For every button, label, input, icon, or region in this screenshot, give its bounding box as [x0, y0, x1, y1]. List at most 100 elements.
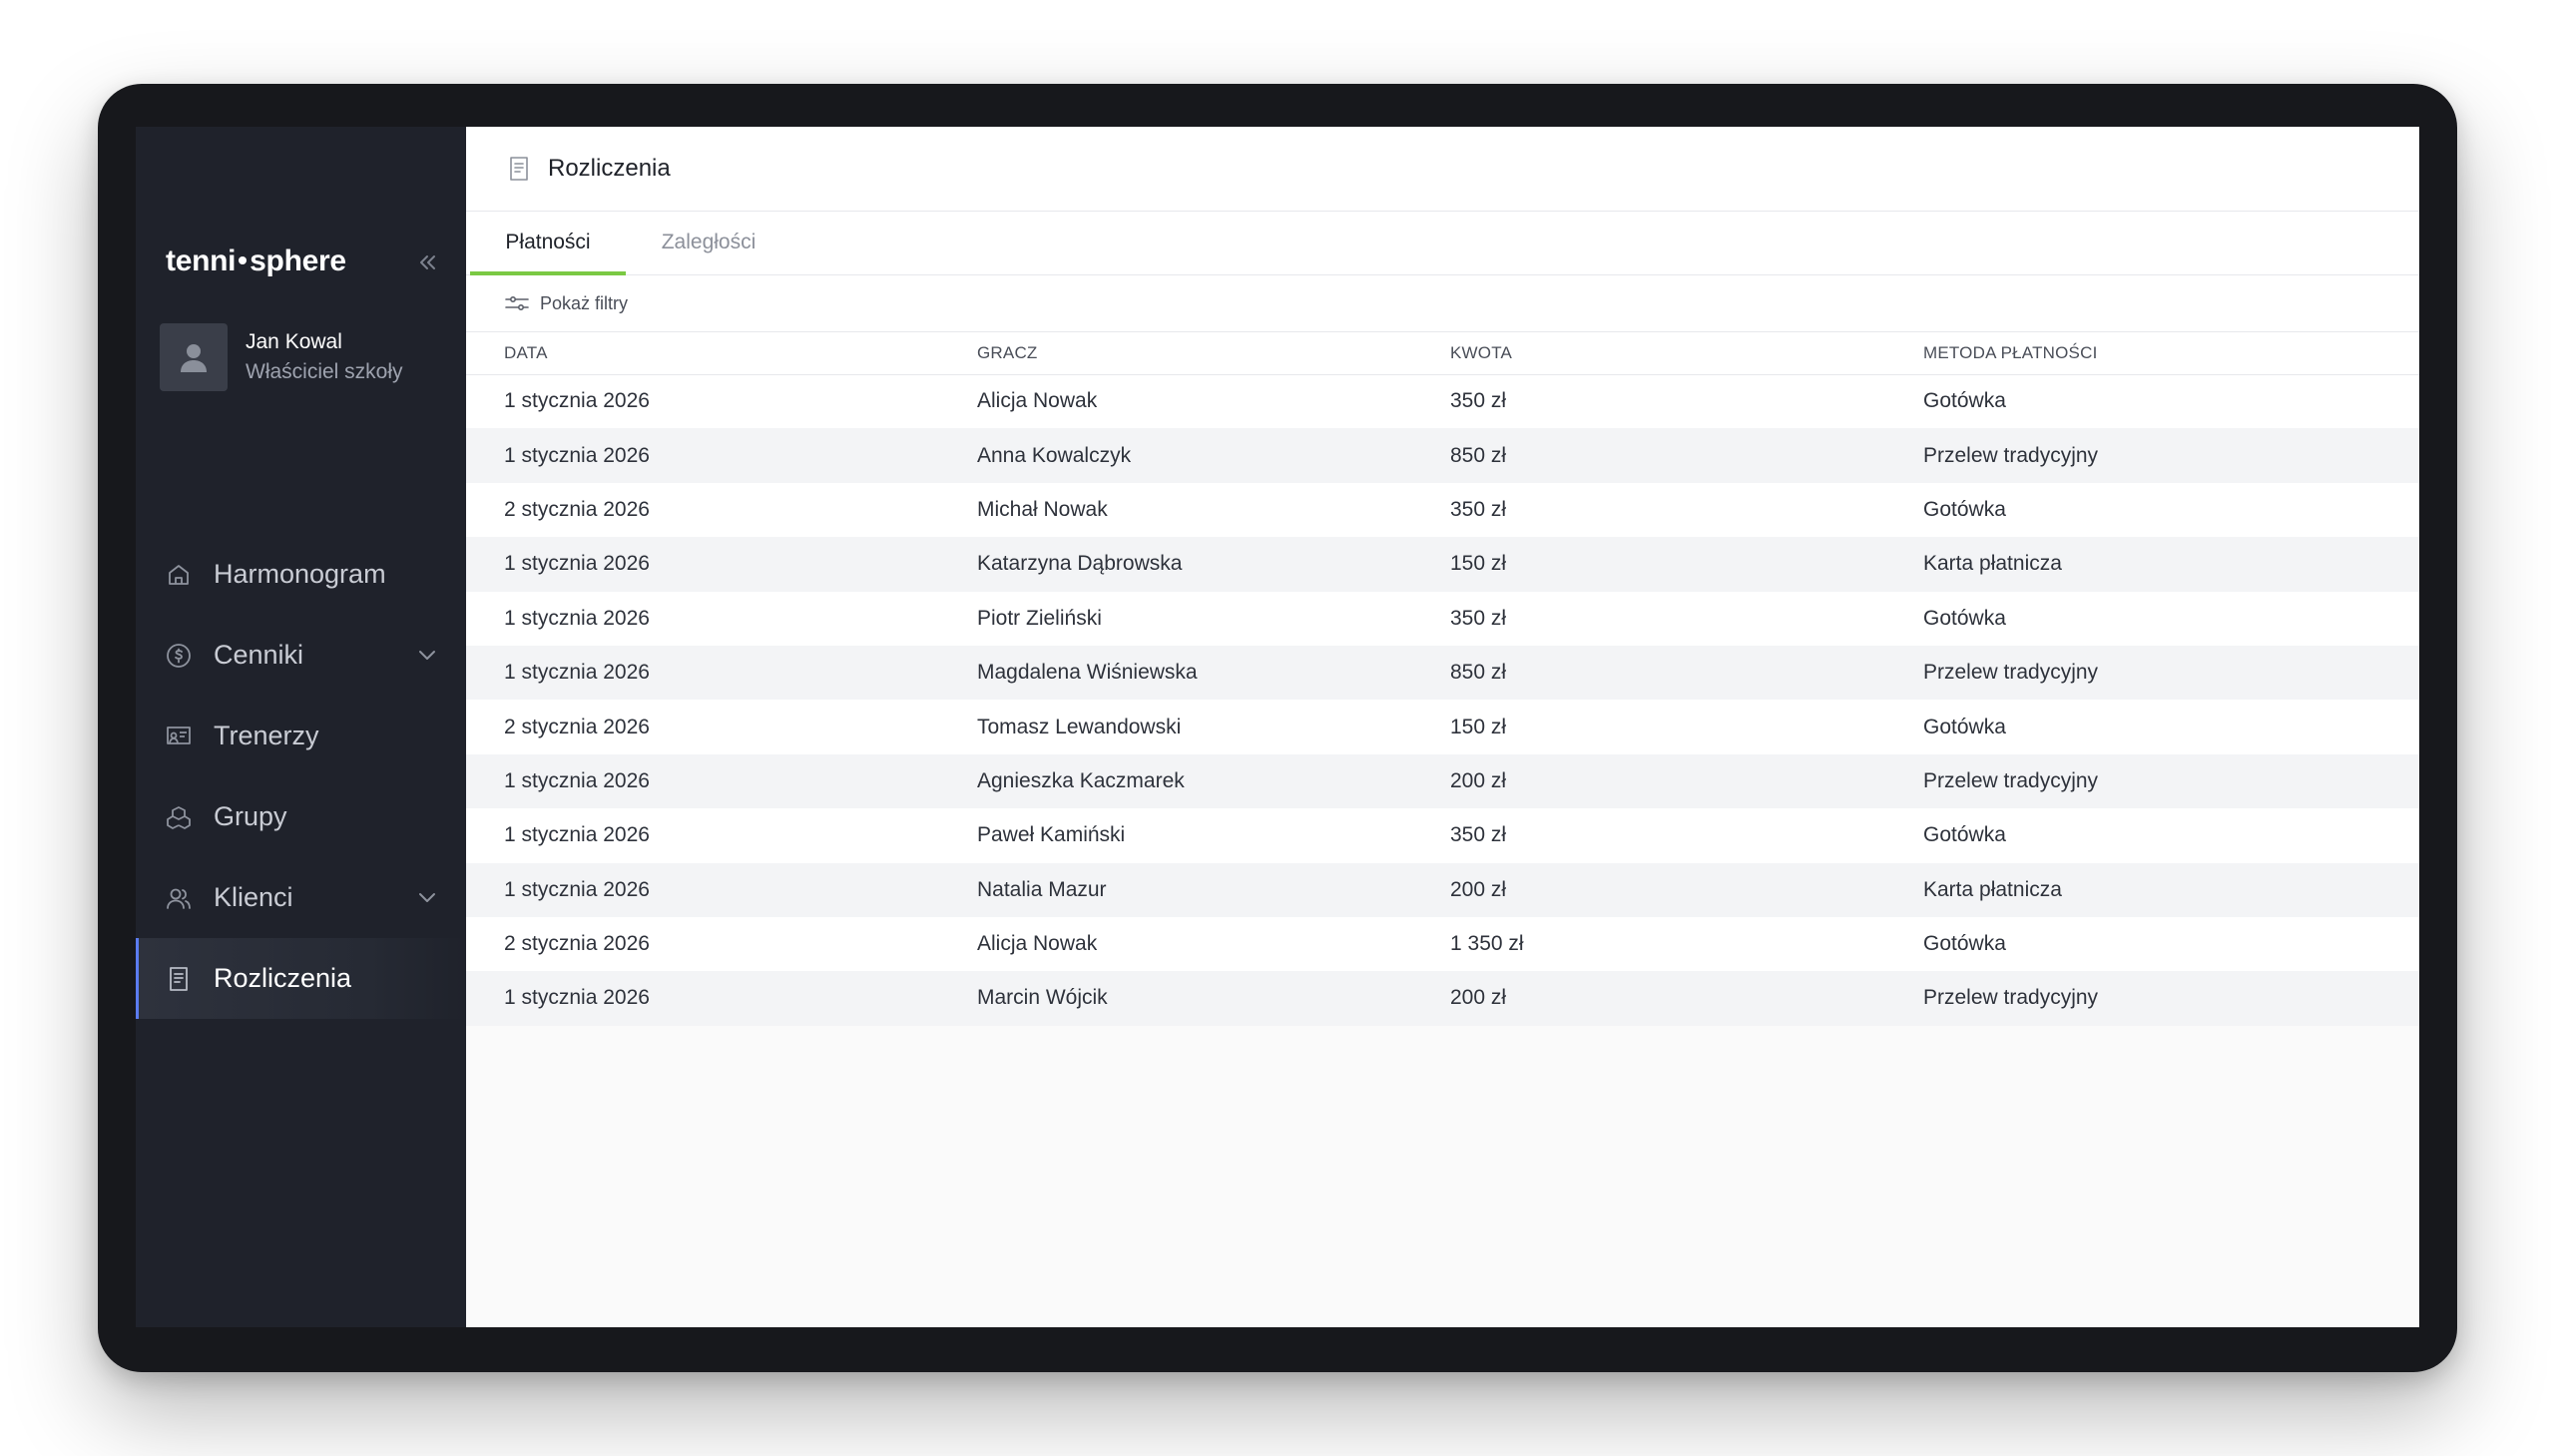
table-row[interactable]: 1 stycznia 2026 Piotr Zieliński 350 zł Gotó… [466, 591, 2419, 646]
cell-payment-method: Gotówka [1885, 700, 2419, 754]
show-filters-label: Pokaż filtry [540, 292, 629, 313]
trainer-board-icon [164, 722, 194, 751]
cell-date: 2 stycznia 2026 [466, 700, 939, 754]
cell-player: Katarzyna Dąbrowska [939, 537, 1412, 592]
dollar-circle-icon [164, 641, 194, 671]
cell-date: 2 stycznia 2026 [466, 916, 939, 972]
cell-payment-method: Gotówka [1885, 482, 2419, 538]
table-row[interactable]: 2 stycznia 2026 Alicja Nowak 1 350 zł Gotów… [466, 916, 2419, 972]
logo-part-1: tenni [166, 244, 237, 277]
receipt-icon [510, 157, 528, 181]
cell-player: Paweł Kamiński [939, 808, 1412, 863]
column-header-payment-method[interactable]: METODA PŁATNOŚCI [1885, 332, 2419, 375]
table-row[interactable]: 1 stycznia 2026 Paweł Kamiński 350 zł Gotów… [466, 808, 2419, 863]
cell-date: 1 stycznia 2026 [466, 753, 939, 809]
cell-amount: 150 zł [1412, 537, 1885, 592]
cell-player: Piotr Zieliński [939, 591, 1412, 646]
chevron-down-icon [419, 651, 435, 660]
cell-amount: 850 zł [1412, 645, 1885, 701]
user-name: Jan Kowal [246, 330, 342, 353]
sidebar-item-cenniki[interactable]: Cenniki [136, 615, 466, 696]
cell-date: 2 stycznia 2026 [466, 482, 939, 538]
cell-date: 1 stycznia 2026 [466, 428, 939, 483]
cell-player: Marcin Wójcik [939, 971, 1412, 1026]
page-header: Rozliczenia [466, 127, 2419, 212]
cell-date: 1 stycznia 2026 [466, 374, 939, 429]
sliders-icon [505, 295, 529, 311]
cell-date: 1 stycznia 2026 [466, 971, 939, 1026]
cell-date: 1 stycznia 2026 [466, 645, 939, 701]
sidebar-item-label: Harmonogram [214, 559, 386, 589]
cell-amount: 1 350 zł [1412, 916, 1885, 972]
main-content: Rozliczenia Płatności Zaległości Pokaż f… [466, 127, 2419, 1327]
cell-payment-method: Gotówka [1885, 808, 2419, 863]
avatar [160, 323, 228, 391]
cell-amount: 350 zł [1412, 808, 1885, 863]
chevron-down-icon [419, 893, 435, 902]
table-body: 1 stycznia 2026 Alicja Nowak 350 zł Gotówka… [466, 374, 2419, 1026]
table-row[interactable]: 1 stycznia 2026 Marcin Wójcik 200 zł Przele… [466, 971, 2419, 1026]
cell-player: Agnieszka Kaczmarek [939, 753, 1412, 809]
sidebar-item-label: Trenerzy [214, 721, 319, 750]
cell-date: 1 stycznia 2026 [466, 862, 939, 917]
column-header-amount[interactable]: KWOTA [1412, 332, 1885, 375]
page-title: Rozliczenia [548, 155, 671, 182]
logo-part-2: sphere [250, 244, 346, 277]
show-filters-button[interactable]: Pokaż filtry [466, 275, 2419, 332]
home-icon [164, 560, 194, 590]
cell-payment-method: Gotówka [1885, 916, 2419, 972]
cell-amount: 350 zł [1412, 482, 1885, 538]
tab-arrears[interactable]: Zaległości [626, 211, 791, 274]
cell-payment-method: Karta płatnicza [1885, 862, 2419, 917]
user-silhouette-icon [181, 344, 207, 372]
tab-bar: Płatności Zaległości [466, 212, 2419, 275]
table-header-row: DATA GRACZ KWOTA METODA PŁATNOŚCI [466, 332, 2419, 375]
table-row[interactable]: 1 stycznia 2026 Magdalena Wiśniewska 850 z… [466, 645, 2419, 701]
column-header-date[interactable]: DATA [466, 332, 939, 375]
sidebar-item-harmonogram[interactable]: Harmonogram [136, 534, 466, 615]
sidebar-item-label: Klienci [214, 882, 293, 912]
table-row[interactable]: 2 stycznia 2026 Tomasz Lewandowski 150 zł G… [466, 700, 2419, 754]
cell-date: 1 stycznia 2026 [466, 808, 939, 863]
sidebar-item-grupy[interactable]: Grupy [136, 776, 466, 857]
cell-amount: 200 zł [1412, 753, 1885, 809]
collapse-sidebar-button[interactable] [413, 248, 441, 276]
table-row[interactable]: 1 stycznia 2026 Agnieszka Kaczmarek 200 zł… [466, 753, 2419, 809]
table-row[interactable]: 1 stycznia 2026 Katarzyna Dąbrowska 150 zł… [466, 537, 2419, 592]
sidebar-item-rozliczenia[interactable]: Rozliczenia [136, 938, 466, 1019]
table-row[interactable]: 2 stycznia 2026 Michał Nowak 350 zł Gotówka [466, 482, 2419, 538]
cell-amount: 150 zł [1412, 700, 1885, 754]
cell-payment-method: Przelew tradycyjny [1885, 971, 2419, 1026]
table-row[interactable]: 1 stycznia 2026 Natalia Mazur 200 zł Karta … [466, 862, 2419, 917]
cell-amount: 350 zł [1412, 374, 1885, 429]
cell-player: Anna Kowalczyk [939, 428, 1412, 483]
table-row[interactable]: 1 stycznia 2026 Alicja Nowak 350 zł Gotówka [466, 374, 2419, 429]
sidebar: tenni sphere Jan Kowal Właściciel szkoły … [136, 127, 466, 1327]
cell-date: 1 stycznia 2026 [466, 537, 939, 592]
double-chevron-left-icon [420, 255, 435, 269]
users-icon [164, 883, 194, 913]
cell-date: 1 stycznia 2026 [466, 591, 939, 646]
cell-player: Tomasz Lewandowski [939, 700, 1412, 754]
sidebar-item-label: Grupy [214, 801, 287, 831]
cell-player: Natalia Mazur [939, 862, 1412, 917]
cell-player: Michał Nowak [939, 482, 1412, 538]
user-profile[interactable]: Jan Kowal Właściciel szkoły [160, 323, 403, 391]
cell-amount: 200 zł [1412, 862, 1885, 917]
cell-player: Magdalena Wiśniewska [939, 645, 1412, 701]
sidebar-item-label: Cenniki [214, 640, 304, 670]
table-row[interactable]: 1 stycznia 2026 Anna Kowalczyk 850 zł Przel… [466, 428, 2419, 483]
groups-icon [164, 802, 194, 832]
cell-player: Alicja Nowak [939, 916, 1412, 972]
user-role: Właściciel szkoły [246, 360, 403, 383]
cell-payment-method: Przelew tradycyjny [1885, 753, 2419, 809]
cell-amount: 350 zł [1412, 591, 1885, 646]
column-header-player[interactable]: GRACZ [939, 332, 1412, 375]
logo-dot [239, 256, 248, 265]
sidebar-item-trenerzy[interactable]: Trenerzy [136, 696, 466, 776]
cell-payment-method: Gotówka [1885, 374, 2419, 429]
sidebar-item-klienci[interactable]: Klienci [136, 857, 466, 938]
cell-amount: 200 zł [1412, 971, 1885, 1026]
tab-payments[interactable]: Płatności [470, 211, 626, 275]
cell-payment-method: Przelew tradycyjny [1885, 645, 2419, 701]
